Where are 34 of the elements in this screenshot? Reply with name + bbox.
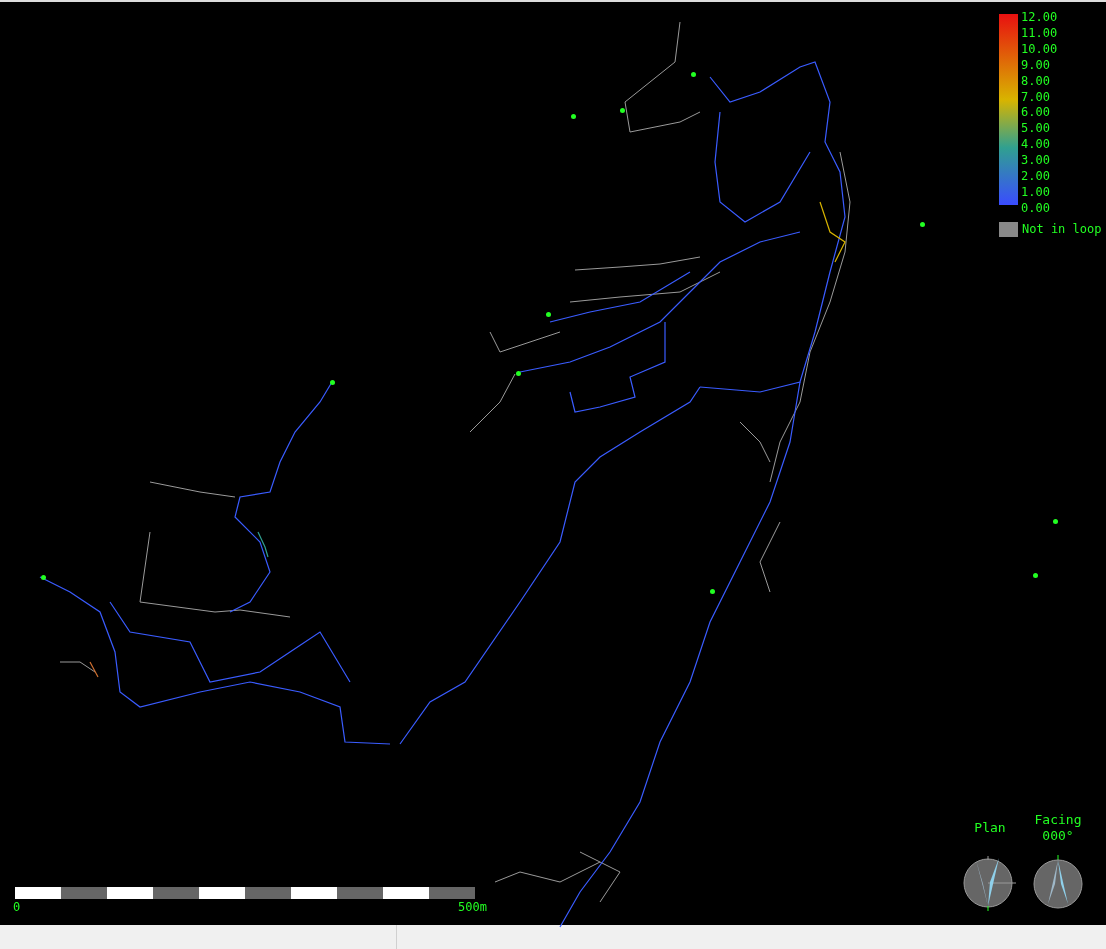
station-marker-icon: [690, 71, 696, 77]
legend-tick-label: 12.00: [1021, 10, 1058, 26]
legend-tick-label: 4.00: [1021, 137, 1051, 154]
legend-swatch: [999, 221, 1018, 237]
legend-tick-label: 0.00: [1021, 200, 1051, 217]
station-marker-icon: [709, 588, 715, 594]
compass-label: Facing: [1034, 812, 1082, 828]
legend-tick-label: 10.00: [1021, 41, 1058, 58]
legend-tick-label: 2.00: [1021, 169, 1051, 185]
legend-tick-label: 11.00: [1021, 25, 1058, 42]
station-marker-icon: [919, 221, 925, 227]
station-marker-icon: [619, 107, 625, 113]
legend-tick-label: 8.00: [1021, 73, 1051, 90]
survey-viewport[interactable]: 12.00 11.00 10.00 9.00 8.00 7.00 6.00 5.00 4.00 3.00 2.00 1.00 0.00 Not in loop 0 500m Plan Facing 000°: [0, 0, 1106, 925]
bearing-reading: 000°: [1042, 828, 1074, 844]
scale-end-label: 500m: [458, 899, 487, 915]
station-marker-icon: [329, 379, 335, 385]
legend-tick-label: 1.00: [1021, 184, 1051, 201]
station-marker-icon: [1032, 572, 1038, 578]
station-marker-icon: [515, 370, 521, 376]
compass-label: Plan: [974, 819, 1006, 837]
station-marker-icon: [570, 113, 576, 119]
legend-tick-label: 6.00: [1021, 105, 1051, 122]
facing-compass-icon: [1030, 854, 1086, 912]
legend-tick-label: 9.00: [1021, 57, 1051, 74]
legend-tick-label: 5.00: [1021, 121, 1051, 138]
station-marker-icon: [545, 311, 551, 317]
scale-start-label: 0: [13, 899, 21, 915]
legend-label: Not in loop: [1022, 221, 1102, 238]
plan-compass-icon: [962, 854, 1018, 912]
legend-tick-label: 3.00: [1021, 153, 1051, 170]
station-marker-icon: [1052, 518, 1058, 524]
station-marker-icon: [40, 574, 46, 580]
legend-tick-label: 7.00: [1021, 89, 1051, 106]
